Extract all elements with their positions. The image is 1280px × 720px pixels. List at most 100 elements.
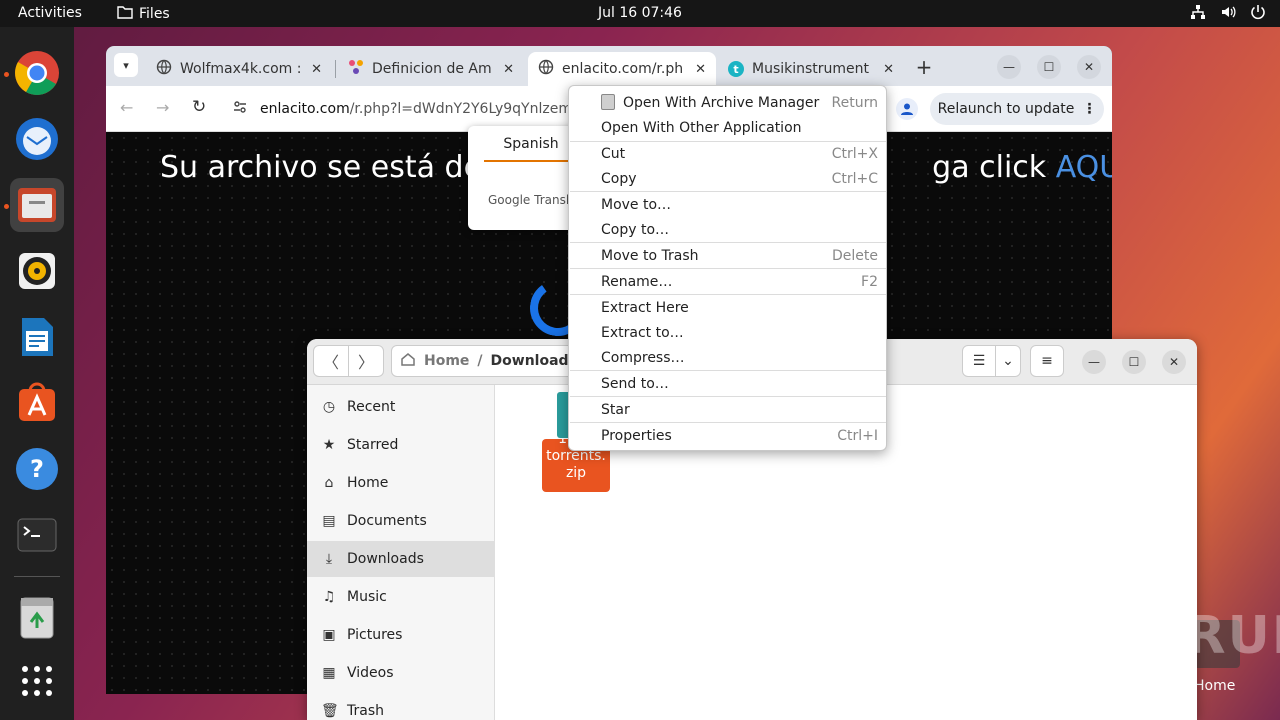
tab-wolfmax[interactable]: Wolfmax4k.com : ✕ — [146, 52, 332, 86]
close-button[interactable]: ✕ — [1077, 55, 1101, 79]
menu-item-label: Move to… — [601, 196, 672, 213]
sidebar-item-starred[interactable]: ★ Starred — [307, 427, 495, 463]
tab-definicion[interactable]: Definicion de Am ✕ — [338, 52, 524, 86]
desktop-home-label[interactable]: Home — [1194, 678, 1235, 694]
relaunch-button[interactable]: Relaunch to update ⋮ — [930, 93, 1104, 125]
close-tab-icon[interactable]: ✕ — [503, 62, 514, 77]
forward-icon[interactable]: → — [156, 98, 169, 117]
tab-separator — [335, 60, 336, 78]
main-menu-button[interactable]: ≡ — [1030, 345, 1064, 377]
close-button[interactable]: ✕ — [1162, 350, 1186, 374]
site-info-icon[interactable] — [232, 99, 248, 119]
archive-manager-icon — [601, 94, 615, 110]
back-button[interactable]: 〈 — [313, 345, 349, 377]
running-indicator — [4, 72, 9, 77]
menu-item-open-other[interactable]: Open With Other Application — [570, 115, 886, 140]
help-icon[interactable]: ? — [10, 442, 64, 496]
files-icon[interactable] — [10, 178, 64, 232]
sidebar-item-pictures[interactable]: ▣ Pictures — [307, 617, 495, 653]
path-home[interactable]: Home — [424, 353, 469, 369]
writer-icon[interactable] — [10, 310, 64, 364]
menu-item-label: Move to Trash — [601, 247, 699, 264]
tab-musikinstrument[interactable]: t Musikinstrument ✕ — [718, 52, 904, 86]
address-bar[interactable]: enlacito.com/r.php?l=dWdnY2Y6Ly9qYnlzem5… — [222, 92, 592, 126]
close-tab-icon[interactable]: ✕ — [311, 62, 322, 77]
globe-icon — [538, 59, 554, 79]
menu-item-accel: Return — [831, 94, 878, 111]
view-options-button[interactable]: ⌄ — [995, 345, 1021, 377]
view-list-button[interactable]: ☰ — [962, 345, 996, 377]
thunderbird-icon[interactable] — [10, 112, 64, 166]
more-vert-icon[interactable]: ⋮ — [1082, 101, 1096, 117]
menu-item-extract-to[interactable]: Extract to… — [570, 320, 886, 345]
chevron-down-icon: ⌄ — [1002, 353, 1014, 369]
menu-item-extract-here[interactable]: Extract Here — [570, 295, 886, 320]
menu-item-label: Compress… — [601, 349, 685, 366]
new-tab-button[interactable]: + — [912, 55, 936, 79]
translate-popup: Spanish Google Translate — [468, 126, 589, 230]
terminal-icon[interactable] — [10, 508, 64, 562]
volume-icon[interactable] — [1220, 4, 1236, 24]
path-downloads[interactable]: Downloads — [491, 353, 577, 369]
menu-item-properties[interactable]: Properties Ctrl+I — [570, 423, 886, 448]
tab-label: Musikinstrument — [752, 61, 870, 77]
menu-item-rename[interactable]: Rename… F2 — [570, 269, 886, 294]
top-bar: Activities Files Jul 16 07:46 — [0, 0, 1280, 27]
menu-item-label: Properties — [601, 427, 672, 444]
menu-item-open-archive-manager[interactable]: Open With Archive Manager Return — [570, 90, 886, 115]
watermark-text: ANY RUN — [1038, 606, 1280, 666]
url-path: /r.php?l=dWdnY2Y6Ly9qYnlzem5rNl — [349, 101, 592, 117]
menu-item-label: Extract Here — [601, 299, 689, 316]
maximize-button[interactable]: ☐ — [1037, 55, 1061, 79]
trash-icon[interactable] — [10, 590, 64, 644]
url-host: enlacito.com — [260, 101, 350, 117]
maximize-button[interactable]: ☐ — [1122, 350, 1146, 374]
menu-item-send-to[interactable]: Send to… — [570, 371, 886, 396]
menu-item-star[interactable]: Star — [570, 397, 886, 422]
close-tab-icon[interactable]: ✕ — [883, 62, 894, 77]
close-tab-icon[interactable]: ✕ — [695, 62, 706, 77]
forward-button[interactable]: 〉 — [348, 345, 384, 377]
chevron-down-icon: ▾ — [123, 58, 129, 72]
sidebar-item-music[interactable]: ♫ Music — [307, 579, 495, 615]
back-icon[interactable]: ← — [120, 98, 133, 117]
menu-item-label: Extract to… — [601, 324, 684, 341]
system-tray[interactable] — [1190, 4, 1266, 24]
translate-language-tab[interactable]: Spanish — [484, 136, 578, 162]
app-center-icon[interactable] — [10, 376, 64, 430]
reload-icon[interactable]: ↻ — [192, 97, 206, 117]
tab-search-button[interactable]: ▾ — [114, 53, 138, 77]
minimize-button[interactable]: — — [997, 55, 1021, 79]
trash-icon: 🗑 — [321, 703, 339, 719]
sidebar-item-label: Downloads — [347, 551, 424, 567]
sidebar-item-label: Recent — [347, 399, 396, 415]
menu-item-label: Open With Other Application — [601, 119, 802, 136]
menu-item-cut[interactable]: Cut Ctrl+X — [570, 141, 886, 166]
sidebar-item-label: Music — [347, 589, 387, 605]
sidebar-item-home[interactable]: ⌂ Home — [307, 465, 495, 501]
rhythmbox-icon[interactable] — [10, 244, 64, 298]
menu-item-move-to[interactable]: Move to… — [570, 192, 886, 217]
menu-item-compress[interactable]: Compress… — [570, 345, 886, 370]
download-link[interactable]: AQUI — [1056, 150, 1112, 185]
menu-item-copy-to[interactable]: Copy to… — [570, 217, 886, 242]
clock[interactable]: Jul 16 07:46 — [598, 5, 682, 21]
dock-separator — [14, 576, 60, 577]
menu-item-move-to-trash[interactable]: Move to Trash Delete — [570, 243, 886, 268]
menu-item-copy[interactable]: Copy Ctrl+C — [570, 166, 886, 191]
app-menu[interactable]: Files — [117, 5, 170, 23]
sidebar-item-trash[interactable]: 🗑 Trash — [307, 693, 495, 720]
tab-enlacito[interactable]: enlacito.com/r.ph ✕ — [528, 52, 716, 86]
activities-button[interactable]: Activities — [18, 5, 82, 21]
sidebar-item-videos[interactable]: ▦ Videos — [307, 655, 495, 691]
chrome-icon[interactable] — [10, 46, 64, 100]
sidebar-item-documents[interactable]: ▤ Documents — [307, 503, 495, 539]
sidebar-item-recent[interactable]: ◷ Recent — [307, 389, 495, 425]
sidebar-item-downloads[interactable]: ⤓ Downloads — [307, 541, 495, 577]
network-icon[interactable] — [1190, 4, 1206, 24]
power-icon[interactable] — [1250, 4, 1266, 24]
heading-text-left: Su archivo se está desc — [160, 150, 515, 185]
profile-icon[interactable] — [896, 98, 918, 120]
show-apps-icon[interactable] — [10, 654, 64, 708]
minimize-button[interactable]: — — [1082, 350, 1106, 374]
